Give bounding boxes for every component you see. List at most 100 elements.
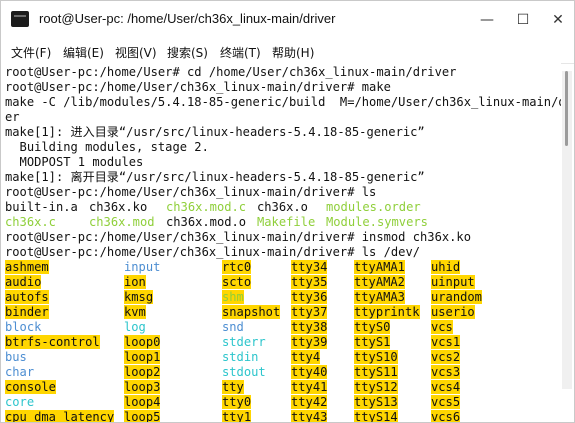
menu-bar: 文件(F) 编辑(E) 视图(V) 搜索(S) 终端(T) 帮助(H) — [1, 39, 574, 64]
terminal-output[interactable]: root@User-pc:/home/User# cd /home/User/c… — [1, 63, 561, 422]
scrollbar-thumb[interactable] — [565, 71, 568, 146]
dev-entry: ttyS11 — [354, 365, 398, 379]
ls-entry: ch36x.mod.c — [166, 200, 247, 214]
terminal-window: root@User-pc: /home/User/ch36x_linux-mai… — [0, 0, 575, 423]
dev-entry: ttyAMA2 — [354, 275, 405, 289]
dev-entry: core — [5, 395, 35, 409]
dev-entry: stderr — [222, 335, 266, 349]
dev-entry: tty39 — [291, 335, 328, 349]
dev-entry: autofs — [5, 290, 49, 304]
dev-entry: vcs3 — [431, 365, 461, 379]
dev-entry: ttyS10 — [354, 350, 398, 364]
dev-entry: scto — [222, 275, 252, 289]
menu-edit[interactable]: 编辑(E) — [63, 44, 104, 61]
terminal-line: er — [5, 110, 20, 124]
dev-entry: urandom — [431, 290, 482, 304]
dev-entry: tty42 — [291, 395, 328, 409]
dev-entry: vcs2 — [431, 350, 461, 364]
dev-entry: tty35 — [291, 275, 328, 289]
dev-entry: loop4 — [124, 395, 161, 409]
dev-entry: input — [124, 260, 161, 274]
dev-entry: tty37 — [291, 305, 328, 319]
terminal-line: root@User-pc:/home/User/ch36x_linux-main… — [5, 230, 471, 244]
terminal-line: root@User-pc:/home/User/ch36x_linux-main… — [5, 80, 391, 94]
dev-entry: ttyS1 — [354, 335, 391, 349]
dev-entry: bus — [5, 350, 27, 364]
dev-entry: ttyS14 — [354, 410, 398, 422]
dev-entry: vcs4 — [431, 380, 461, 394]
terminal-line: make[1]: 离开目录“/usr/src/linux-headers-5.4… — [5, 170, 425, 184]
maximize-button[interactable]: ☐ — [506, 7, 540, 33]
dev-entry: tty40 — [291, 365, 328, 379]
dev-entry: stdout — [222, 365, 266, 379]
ls-entry: ch36x.c — [5, 215, 56, 229]
terminal-line: make[1]: 进入目录“/usr/src/linux-headers-5.4… — [5, 125, 425, 139]
dev-entry: audio — [5, 275, 42, 289]
ls-entry: ch36x.mod — [89, 215, 155, 229]
dev-entry: tty43 — [291, 410, 328, 422]
dev-entry: tty0 — [222, 395, 252, 409]
terminal-line: root@User-pc:/home/User/ch36x_linux-main… — [5, 245, 421, 259]
dev-entry: block — [5, 320, 42, 334]
dev-entry: vcs5 — [431, 395, 461, 409]
dev-entry: kvm — [124, 305, 146, 319]
dev-entry: ttyAMA1 — [354, 260, 405, 274]
title-bar[interactable]: root@User-pc: /home/User/ch36x_linux-mai… — [1, 1, 574, 39]
dev-entry: tty41 — [291, 380, 328, 394]
dev-entry: ttyS12 — [354, 380, 398, 394]
dev-entry: ttyAMA3 — [354, 290, 405, 304]
dev-entry: uinput — [431, 275, 475, 289]
dev-entry: binder — [5, 305, 49, 319]
dev-entry: rtc0 — [222, 260, 252, 274]
dev-entry: stdin — [222, 350, 259, 364]
window-title: root@User-pc: /home/User/ch36x_linux-mai… — [39, 11, 336, 26]
vertical-scrollbar[interactable] — [562, 71, 572, 389]
dev-entry: btrfs-control — [5, 335, 100, 349]
dev-entry: snapshot — [222, 305, 281, 319]
dev-entry: loop5 — [124, 410, 161, 422]
terminal-line: Building modules, stage 2. — [5, 140, 209, 154]
dev-entry: console — [5, 380, 56, 394]
dev-entry: snd — [222, 320, 244, 334]
ls-entry: Makefile — [257, 215, 316, 229]
dev-entry: uhid — [431, 260, 461, 274]
dev-entry: tty4 — [291, 350, 321, 364]
dev-entry: tty36 — [291, 290, 328, 304]
dev-entry: ashmem — [5, 260, 49, 274]
terminal-line: MODPOST 1 modules — [5, 155, 144, 169]
dev-entry: ion — [124, 275, 146, 289]
dev-entry: vcs1 — [431, 335, 461, 349]
dev-entry: ttyprintk — [354, 305, 420, 319]
dev-entry: kmsg — [124, 290, 154, 304]
ls-entry: ch36x.o — [257, 200, 308, 214]
dev-entry: cpu_dma_latency — [5, 410, 115, 422]
dev-entry: tty34 — [291, 260, 328, 274]
dev-entry: vcs — [431, 320, 453, 334]
minimize-button[interactable]: — — [470, 7, 504, 33]
ls-entry: ch36x.ko — [89, 200, 148, 214]
dev-entry: shm — [222, 290, 244, 304]
dev-entry: vcs6 — [431, 410, 461, 422]
close-button[interactable]: ✕ — [541, 7, 575, 33]
dev-entry: loop0 — [124, 335, 161, 349]
ls-entry: Module.symvers — [326, 215, 428, 229]
dev-entry: tty1 — [222, 410, 252, 422]
dev-entry: tty — [222, 380, 244, 394]
terminal-line: root@User-pc:/home/User/ch36x_linux-main… — [5, 185, 377, 199]
menu-help[interactable]: 帮助(H) — [272, 44, 314, 61]
dev-entry: userio — [431, 305, 475, 319]
menu-search[interactable]: 搜索(S) — [167, 44, 208, 61]
dev-entry: loop1 — [124, 350, 161, 364]
dev-entry: tty38 — [291, 320, 328, 334]
dev-entry: loop3 — [124, 380, 161, 394]
menu-view[interactable]: 视图(V) — [115, 44, 157, 61]
dev-entry: char — [5, 365, 35, 379]
ls-entry: ch36x.mod.o — [166, 215, 247, 229]
ls-entry: built-in.a — [5, 200, 78, 214]
dev-entry: log — [124, 320, 146, 334]
dev-entry: ttyS0 — [354, 320, 391, 334]
dev-entry: loop2 — [124, 365, 161, 379]
menu-file[interactable]: 文件(F) — [11, 44, 51, 61]
menu-terminal[interactable]: 终端(T) — [220, 44, 261, 61]
terminal-line: make -C /lib/modules/5.4.18-85-generic/b… — [5, 95, 561, 109]
